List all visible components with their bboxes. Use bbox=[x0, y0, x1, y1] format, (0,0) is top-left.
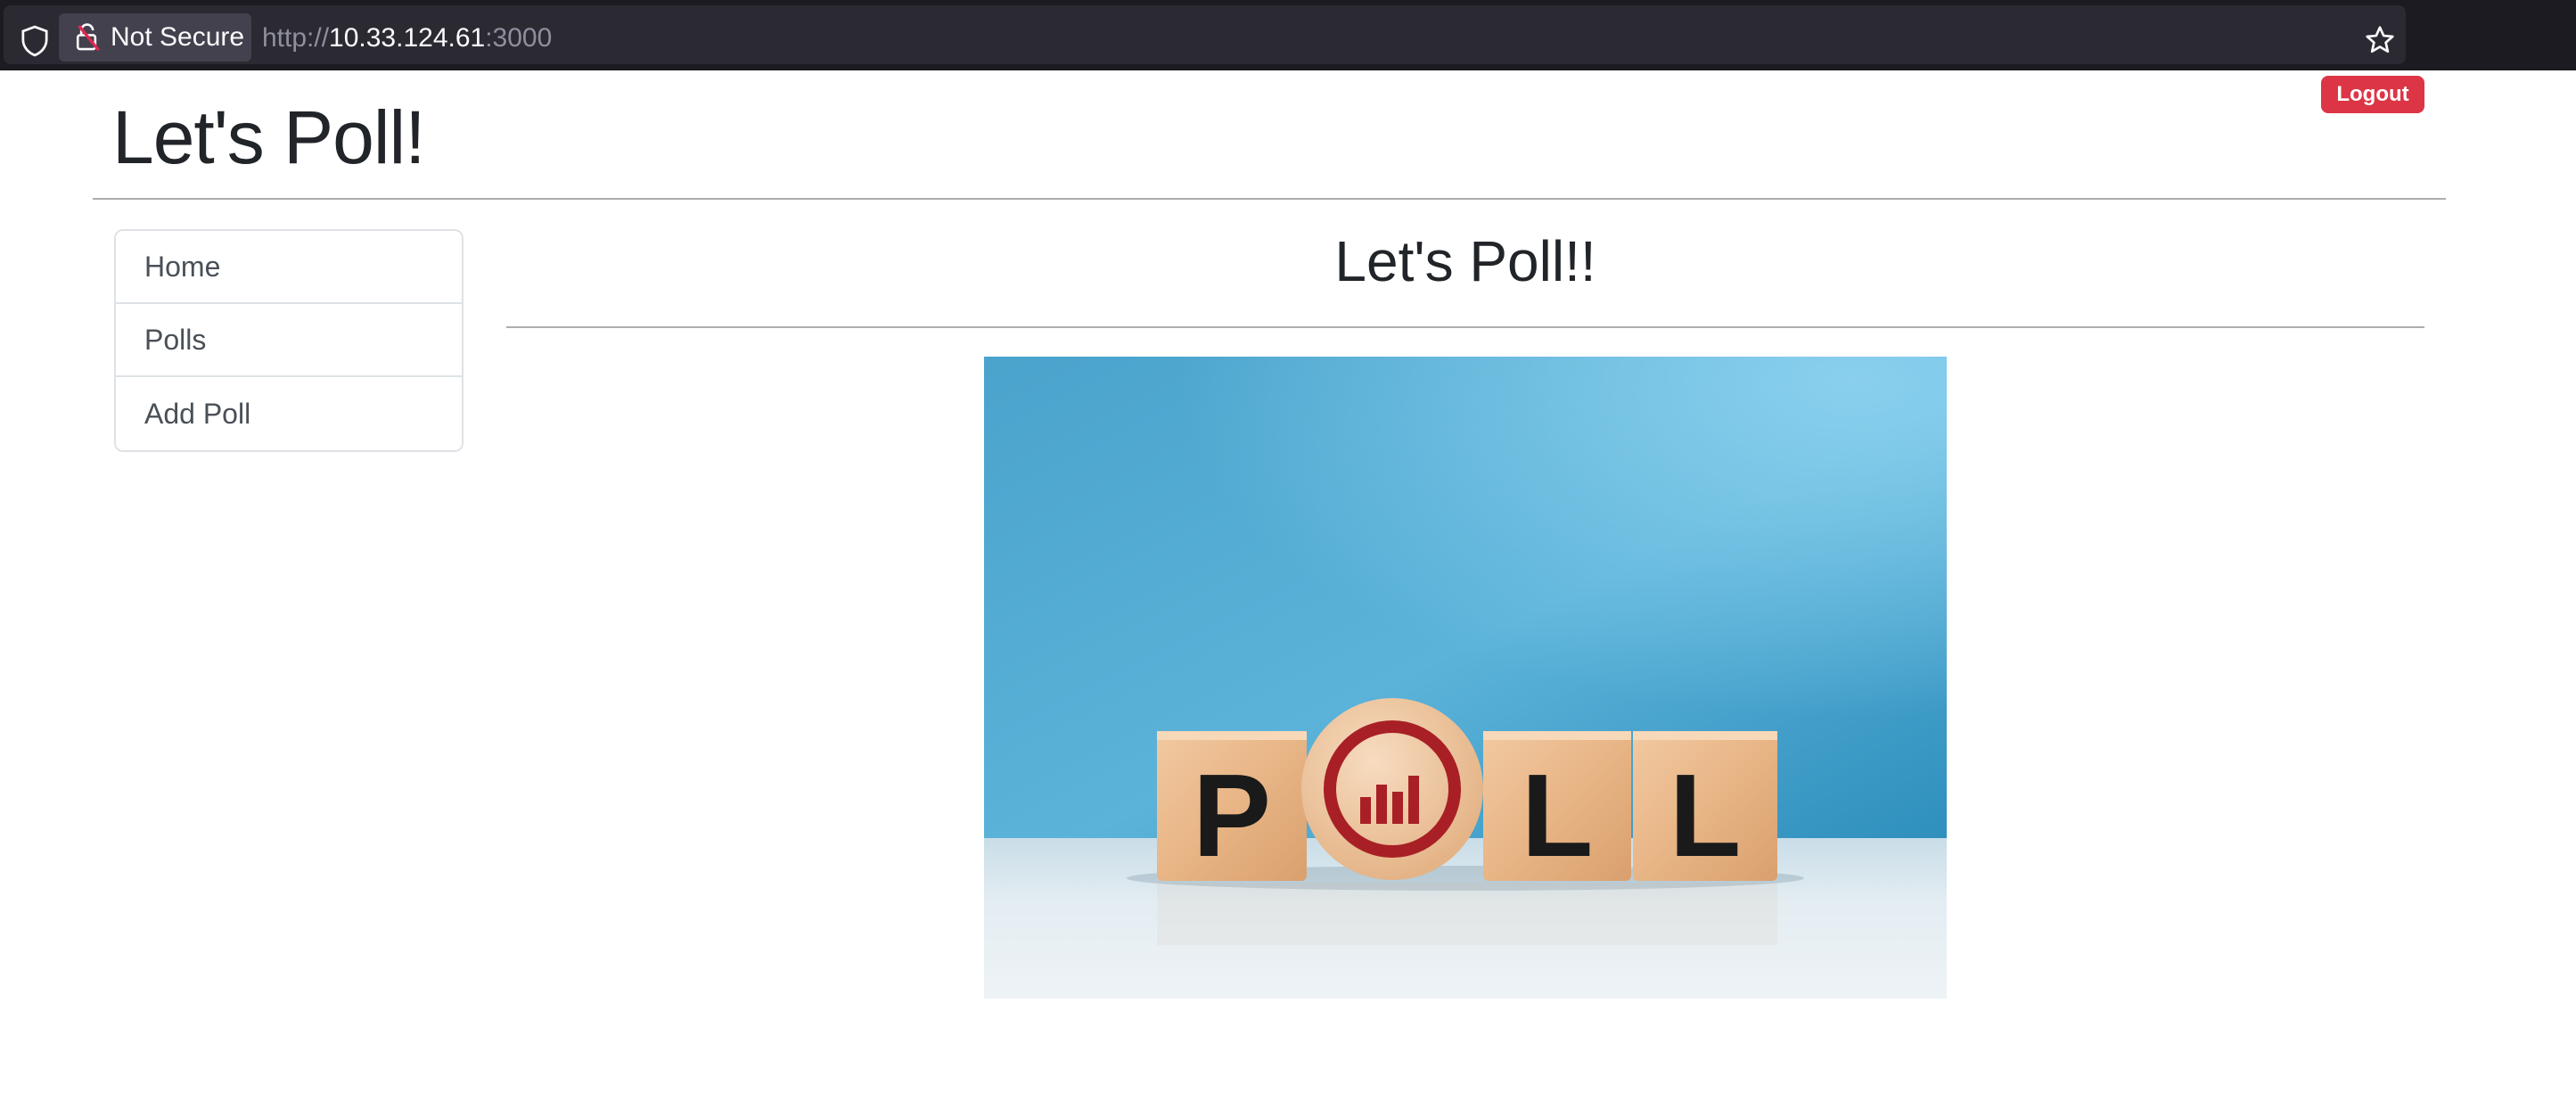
poll-disc bbox=[1301, 698, 1483, 880]
wooden-block-l-2: L bbox=[1633, 731, 1777, 881]
sidebar-nav: Home Polls Add Poll bbox=[114, 229, 464, 452]
url-host: 10.33.124.61 bbox=[329, 23, 486, 53]
block-letter-l-1: L bbox=[1522, 750, 1594, 881]
title-divider bbox=[506, 326, 2424, 328]
sidebar-item-polls[interactable]: Polls bbox=[116, 304, 462, 377]
sidebar-item-add-poll[interactable]: Add Poll bbox=[116, 377, 462, 450]
url-scheme: http:// bbox=[262, 23, 330, 53]
security-label: Not Secure bbox=[111, 22, 245, 52]
star-bookmark-icon[interactable] bbox=[2364, 24, 2396, 56]
wooden-block-l-1: L bbox=[1483, 731, 1631, 881]
poll-hero-image: P L L bbox=[984, 357, 1947, 999]
shield-icon[interactable] bbox=[20, 25, 50, 57]
url-text[interactable]: http://10.33.124.61:3000 bbox=[262, 23, 552, 53]
lock-warning-icon bbox=[76, 23, 101, 52]
address-bar[interactable]: Not Secure http://10.33.124.61:3000 bbox=[4, 5, 2406, 64]
logout-button[interactable]: Logout bbox=[2321, 76, 2424, 113]
wooden-block-p: P bbox=[1157, 731, 1307, 881]
sidebar-item-home[interactable]: Home bbox=[116, 231, 462, 304]
url-port: :3000 bbox=[485, 23, 553, 53]
block-letter-l-2: L bbox=[1669, 750, 1742, 881]
block-letter-p: P bbox=[1193, 750, 1271, 881]
page-title: Let's Poll!! bbox=[1334, 229, 1596, 293]
site-title: Let's Poll! bbox=[112, 95, 426, 179]
header-divider bbox=[93, 198, 2446, 200]
security-indicator[interactable]: Not Secure bbox=[59, 13, 251, 62]
browser-toolbar: Not Secure http://10.33.124.61:3000 bbox=[0, 0, 2576, 70]
